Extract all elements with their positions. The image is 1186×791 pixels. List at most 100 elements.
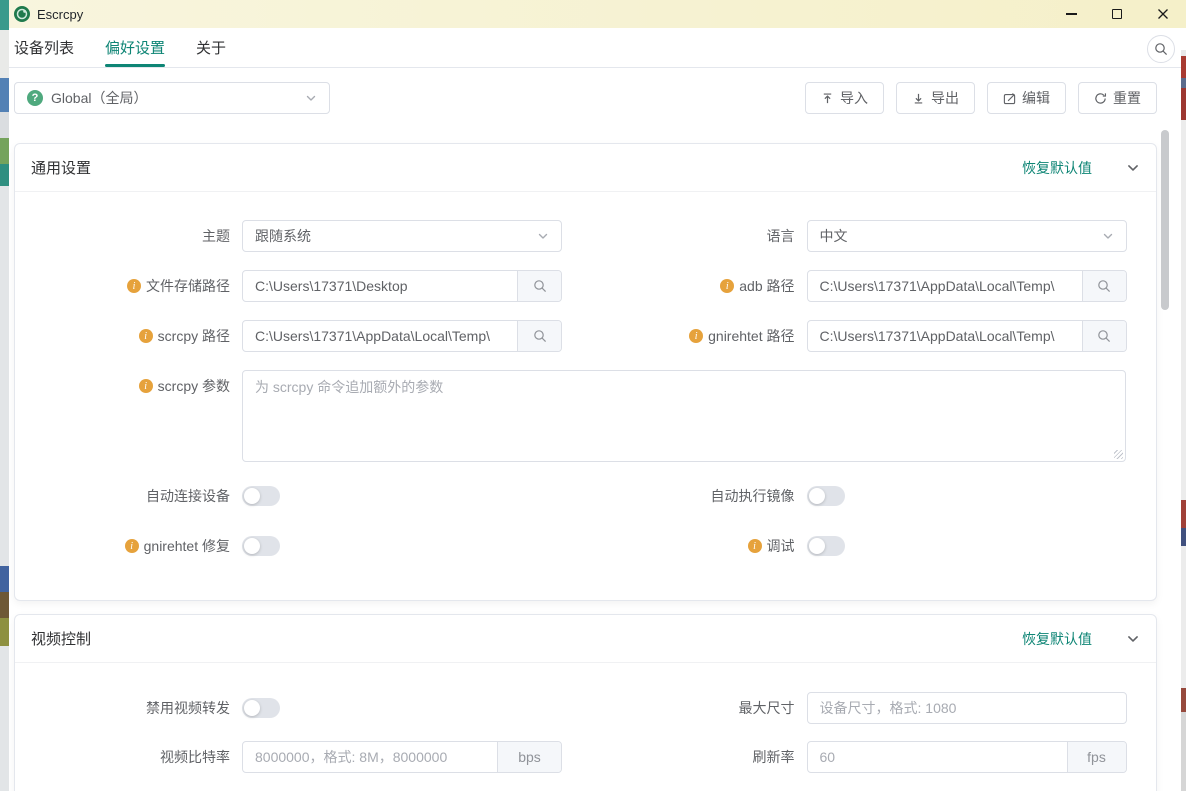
auto-connect-field: 自动连接设备	[15, 480, 586, 512]
language-select[interactable]: 中文	[807, 220, 1127, 252]
scope-select-value: Global（全局）	[51, 88, 297, 108]
video-control-card: 视频控制 恢复默认值 禁用视频转发	[14, 614, 1157, 791]
close-button[interactable]	[1140, 0, 1186, 28]
theme-label: 主题	[15, 220, 242, 252]
chevron-down-icon	[1102, 230, 1114, 242]
debug-field: 调试	[586, 530, 1157, 562]
reset-label: 重置	[1113, 88, 1141, 108]
video-control-body: 禁用视频转发 最大尺寸 视频比特率	[15, 663, 1156, 791]
edit-icon	[1003, 92, 1016, 105]
bitrate-input[interactable]	[243, 742, 497, 772]
tab-preferences[interactable]: 偏好设置	[105, 28, 165, 67]
general-settings-body: 主题 跟随系统 语言 中文	[15, 192, 1156, 600]
restore-defaults-link[interactable]: 恢复默认值	[1022, 629, 1092, 649]
toggle-knob	[809, 488, 825, 504]
browse-adb-path-button[interactable]	[1082, 271, 1126, 301]
search-icon	[533, 329, 547, 343]
general-settings-header: 通用设置 恢复默认值	[15, 144, 1156, 192]
scrcpy-path-label: scrcpy 路径	[15, 320, 242, 352]
auto-connect-label: 自动连接设备	[15, 480, 242, 512]
file-path-label: 文件存储路径	[15, 270, 242, 302]
browse-scrcpy-path-button[interactable]	[517, 321, 561, 351]
search-icon	[533, 279, 547, 293]
reset-button[interactable]: 重置	[1078, 82, 1157, 114]
fps-input[interactable]	[808, 742, 1067, 772]
max-size-field: 最大尺寸	[586, 692, 1157, 724]
bitrate-input-group: bps	[242, 741, 562, 773]
search-button[interactable]	[1147, 35, 1175, 63]
edit-label: 编辑	[1022, 88, 1050, 108]
edit-button[interactable]: 编辑	[987, 82, 1066, 114]
max-size-input-wrap	[807, 692, 1127, 724]
collapse-section-button[interactable]	[1126, 161, 1140, 175]
scrcpy-path-input[interactable]	[243, 321, 517, 351]
refresh-icon	[1094, 92, 1107, 105]
toggle-knob	[809, 538, 825, 554]
debug-toggle[interactable]	[807, 536, 845, 556]
gnirehtet-path-input-group	[807, 320, 1127, 352]
debug-label: 调试	[586, 530, 807, 562]
desktop-edge-right	[1181, 50, 1186, 791]
toggle-knob	[244, 538, 260, 554]
chevron-down-icon	[537, 230, 549, 242]
disable-video-forward-toggle[interactable]	[242, 698, 280, 718]
maximize-button[interactable]	[1094, 0, 1140, 28]
file-path-input-group	[242, 270, 562, 302]
toggle-knob	[244, 700, 260, 716]
max-size-input[interactable]	[820, 700, 1114, 716]
scrcpy-path-field: scrcpy 路径	[15, 320, 586, 352]
section-title: 视频控制	[31, 628, 91, 649]
language-label: 语言	[586, 220, 807, 252]
auto-mirror-field: 自动执行镜像	[586, 480, 1157, 512]
adb-path-input[interactable]	[808, 271, 1082, 301]
browse-file-path-button[interactable]	[517, 271, 561, 301]
file-path-field: 文件存储路径	[15, 270, 586, 302]
adb-path-label: adb 路径	[586, 270, 807, 302]
toggle-knob	[244, 488, 260, 504]
video-control-header: 视频控制 恢复默认值	[15, 615, 1156, 663]
window-controls	[1048, 0, 1186, 28]
file-path-input[interactable]	[243, 271, 517, 301]
scope-select[interactable]: Global（全局）	[14, 82, 330, 114]
maximize-icon	[1112, 9, 1122, 19]
titlebar: Escrcpy	[0, 0, 1186, 28]
search-icon	[1154, 42, 1168, 56]
info-icon	[689, 329, 703, 343]
info-icon	[127, 279, 141, 293]
import-button[interactable]: 导入	[805, 82, 884, 114]
fps-unit: fps	[1067, 742, 1126, 772]
collapse-section-button[interactable]	[1126, 632, 1140, 646]
tab-device-list[interactable]: 设备列表	[14, 28, 74, 67]
chevron-down-icon	[1126, 632, 1140, 646]
tab-about[interactable]: 关于	[196, 28, 226, 67]
max-size-label: 最大尺寸	[586, 692, 807, 724]
bitrate-label: 视频比特率	[15, 741, 242, 773]
language-field: 语言 中文	[586, 220, 1157, 252]
export-button[interactable]: 导出	[896, 82, 975, 114]
scrollbar-thumb[interactable]	[1161, 130, 1169, 310]
search-icon	[1097, 329, 1111, 343]
gnirehtet-path-input[interactable]	[808, 321, 1082, 351]
scrcpy-path-input-group	[242, 320, 562, 352]
disable-video-forward-label: 禁用视频转发	[15, 692, 242, 724]
fps-label: 刷新率	[586, 741, 807, 773]
chevron-down-icon	[305, 92, 317, 104]
scrcpy-args-field: scrcpy 参数	[15, 370, 1156, 462]
gnirehtet-fix-toggle[interactable]	[242, 536, 280, 556]
auto-mirror-toggle[interactable]	[807, 486, 845, 506]
info-icon	[139, 379, 153, 393]
info-icon	[125, 539, 139, 553]
restore-defaults-link[interactable]: 恢复默认值	[1022, 158, 1092, 178]
minimize-button[interactable]	[1048, 0, 1094, 28]
desktop-edge-left	[0, 0, 9, 791]
preferences-toolbar: Global（全局） 导入 导出	[14, 82, 1157, 114]
scrcpy-args-label: scrcpy 参数	[15, 370, 242, 402]
auto-connect-toggle[interactable]	[242, 486, 280, 506]
browse-gnirehtet-path-button[interactable]	[1082, 321, 1126, 351]
info-icon	[748, 539, 762, 553]
theme-select[interactable]: 跟随系统	[242, 220, 562, 252]
scrcpy-args-textarea[interactable]	[242, 370, 1126, 462]
theme-field: 主题 跟随系统	[15, 220, 586, 252]
auto-mirror-label: 自动执行镜像	[586, 480, 807, 512]
preferences-page: Global（全局） 导入 导出	[0, 68, 1186, 791]
